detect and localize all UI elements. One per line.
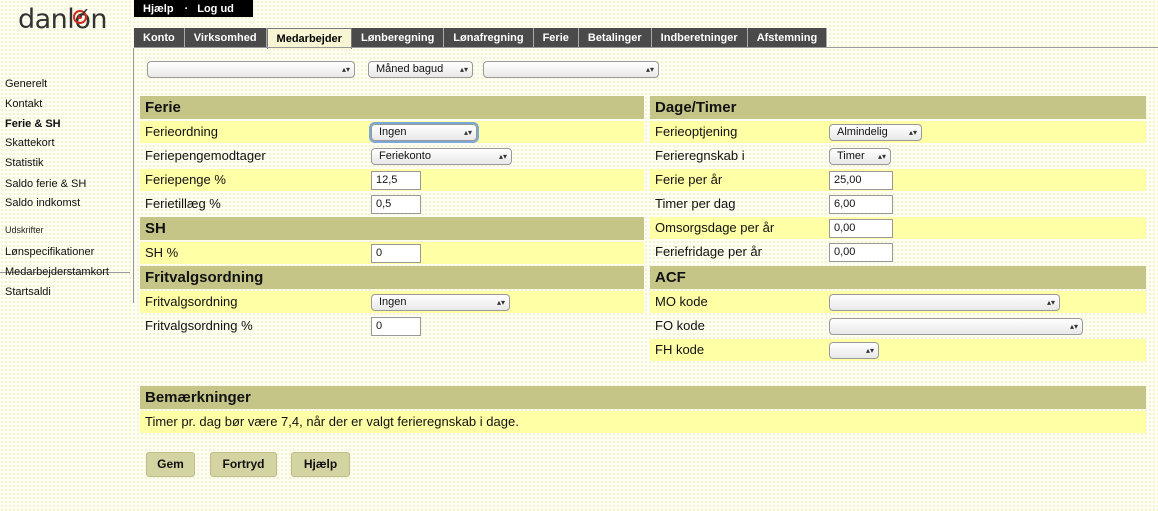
main-tabs: Konto Virksomhed Medarbejder Lønberegnin… [134, 28, 828, 49]
tab-konto[interactable]: Konto [134, 28, 185, 48]
fo-kode-select[interactable]: ▴▾ [829, 318, 1083, 335]
sidebar-item-kontakt[interactable]: Kontakt [5, 98, 42, 110]
ferietillaeg-input[interactable]: 0,5 [371, 195, 421, 214]
ferieregnskab-select[interactable]: Timer ▴▾ [829, 148, 891, 165]
tab-lonafregning[interactable]: Lønafregning [444, 28, 534, 48]
feriefridage-input[interactable]: 0,00 [829, 243, 893, 262]
tab-virksomhed[interactable]: Virksomhed [184, 28, 267, 48]
top-menu: Hjælp · Log ud [134, 0, 253, 17]
remarks-section-title: Bemærkninger [140, 386, 1146, 409]
sidebar-item-medarbejderstamkort[interactable]: Medarbejderstamkort [5, 266, 109, 278]
feriepenge-input[interactable]: 12,5 [371, 171, 421, 190]
sh-input[interactable]: 0 [371, 244, 421, 263]
fritvalg-section-title: Fritvalgsordning [140, 266, 644, 289]
updown-icon: ▴▾ [645, 65, 654, 74]
updown-icon: ▴▾ [498, 152, 507, 161]
help-button[interactable]: Hjælp [291, 452, 350, 477]
tab-indberetninger[interactable]: Indberetninger [651, 28, 748, 48]
sidebar-item-saldo-ferie[interactable]: Saldo ferie & SH [5, 178, 86, 190]
sidebar-item-statistik[interactable]: Statistik [5, 157, 44, 169]
sidebar-item-lonspecifikationer[interactable]: Lønspecifikationer [5, 246, 94, 258]
timer-per-dag-label: Timer per dag [655, 196, 736, 211]
feriepengemodtager-select[interactable]: Feriekonto ▴▾ [371, 148, 512, 165]
save-button[interactable]: Gem [146, 452, 195, 477]
sidebar-item-skattekort[interactable]: Skattekort [5, 137, 55, 149]
sidebar-print-header: Udskrifter [5, 225, 44, 235]
omsorgsdage-input[interactable]: 0,00 [829, 219, 893, 238]
period-select[interactable]: Måned bagud ▴▾ [368, 61, 473, 78]
sidebar: Generelt Kontakt Ferie & SH Skattekort S… [0, 48, 134, 303]
updown-icon: ▴▾ [1046, 298, 1055, 307]
timer-per-dag-input[interactable]: 6,00 [829, 195, 893, 214]
mo-kode-select[interactable]: ▴▾ [829, 294, 1060, 311]
target-icon [73, 9, 88, 24]
tab-betalinger[interactable]: Betalinger [578, 28, 652, 48]
updown-icon: ▴▾ [1069, 322, 1078, 331]
sh-section-title: SH [140, 217, 644, 240]
cancel-button[interactable]: Fortryd [210, 452, 277, 477]
tab-divider [134, 47, 1158, 48]
ferieoptjening-select[interactable]: Almindelig ▴▾ [829, 124, 922, 141]
updown-icon: ▴▾ [463, 128, 472, 137]
updown-icon: ▴▾ [496, 298, 505, 307]
omsorgsdage-label: Omsorgsdage per år [650, 217, 1146, 239]
ferieregnskab-label: Ferieregnskab i [655, 148, 745, 163]
fh-kode-label: FH kode [650, 339, 1146, 361]
remarks-text: Timer pr. dag bør være 7,4, når der er v… [140, 411, 1146, 433]
employee-select[interactable]: ▴▾ [147, 61, 355, 78]
ferie-per-aar-input[interactable]: 25,00 [829, 171, 893, 190]
sidebar-item-saldo-indkomst[interactable]: Saldo indkomst [5, 197, 80, 209]
updown-icon: ▴▾ [877, 152, 886, 161]
tab-ferie[interactable]: Ferie [533, 28, 579, 48]
fritvalgsordning-pct-input[interactable]: 0 [371, 317, 421, 336]
updown-icon: ▴▾ [908, 128, 917, 137]
sidebar-item-generelt[interactable]: Generelt [5, 78, 47, 90]
fritvalgsordning-select[interactable]: Ingen ▴▾ [371, 294, 510, 311]
tab-medarbejder[interactable]: Medarbejder [266, 28, 352, 49]
updown-icon: ▴▾ [341, 65, 350, 74]
third-select[interactable]: ▴▾ [483, 61, 659, 78]
updown-icon: ▴▾ [459, 65, 468, 74]
fh-kode-select[interactable]: ▴▾ [829, 342, 879, 359]
ferieordning-select[interactable]: Ingen ▴▾ [371, 124, 477, 141]
tab-lonberegning[interactable]: Lønberegning [351, 28, 445, 48]
ferie-section-title: Ferie [140, 96, 644, 119]
dage-timer-section-title: Dage/Timer [650, 96, 1146, 119]
menu-separator: · [184, 2, 189, 15]
ferie-per-aar-label: Ferie per år [650, 169, 1146, 191]
sidebar-item-ferie-sh[interactable]: Ferie & SH [5, 118, 61, 130]
danlon-logo: danlo n [18, 4, 107, 35]
sidebar-item-startsaldi[interactable]: Startsaldi [5, 286, 51, 298]
tab-afstemning[interactable]: Afstemning [747, 28, 828, 48]
acf-section-title: ACF [650, 266, 1146, 289]
updown-icon: ▴▾ [865, 346, 874, 355]
feriefridage-label: Feriefridage per år [655, 244, 762, 259]
help-link[interactable]: Hjælp [134, 3, 174, 15]
logout-link[interactable]: Log ud [188, 3, 234, 15]
